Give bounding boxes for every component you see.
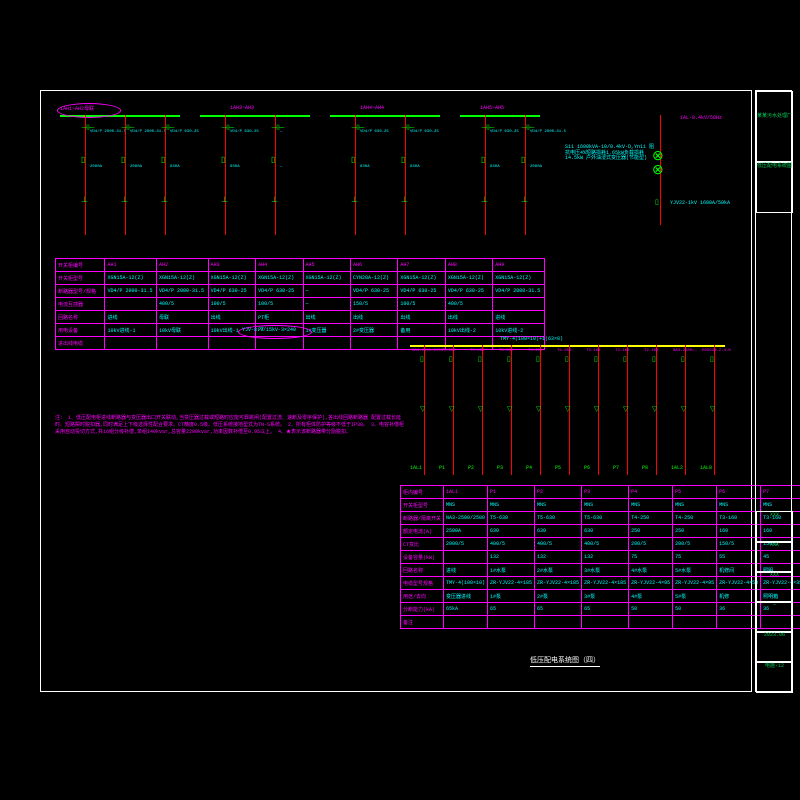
title-block: 某某污水处理厂 低压配电系统图 XXX XXX XXX — 2023.06 电施… [755, 90, 792, 692]
hv-branch-AH1: ⊣⊢▯⊥VD4/P 2000-31.52000A [70, 115, 100, 235]
lv-incomer-cable: YJV22-1kV 1600A/50kA [670, 200, 730, 206]
lv-bus-spec: TMY-4(100×10)+1(63×8) [500, 336, 563, 342]
tb-date: 2023.06 [757, 632, 792, 638]
lv-branch-P3: T5-630▯▽P3 [497, 345, 525, 475]
tb-designer: XXX [757, 512, 792, 518]
drawing-title: 低压配电系统图（四） [530, 655, 600, 667]
lv-branch-P6: T3-160▯▽P6 [584, 345, 612, 475]
tb-sheet: 电施-12 [757, 662, 792, 669]
hv-branch-AH9: ⊣⊢▯⊥VD4/P 2000-31.52000A [510, 115, 540, 235]
bus-label-4: 1AH5~AH5 [480, 105, 504, 111]
lv-branch-P5: T4-250▯▽P5 [555, 345, 583, 475]
tb-project: 某某污水处理厂 [757, 92, 792, 119]
breaker-icon: ▯ [655, 200, 659, 207]
lv-panel-table: 柜内编号1AL1P1P2P3P4P5P6P7P81AL21AL8开关柜型号MNS… [400, 485, 800, 629]
hv-branch-AH4: ⊣⊢▯⊥VD4/P 630-25630A [210, 115, 240, 235]
tb-checker: XXX [757, 542, 792, 548]
hv-branch-AH5: ⊣⊢▯⊥—— [260, 115, 290, 235]
tb-scale: — [757, 602, 792, 608]
tb-approver: XXX [757, 572, 792, 578]
lv-branch-P4: T4-250▯▽P4 [526, 345, 554, 475]
lv-branch-1AL2: NA3-2500/—▯▽1AL2 [671, 345, 699, 475]
lv-branch-P7: T3-160▯▽P7 [613, 345, 641, 475]
hv-branch-AH7: ⊣⊢▯⊥VD4/P 630-25630A [390, 115, 420, 235]
lv-branch-1AL1: NA3-2500/2500▯▽1AL1 [410, 345, 438, 475]
hv-branch-AH3: ⊣⊢▯⊥VD4/P 630-25630A [150, 115, 180, 235]
lv-branch-1AL8: EGS630-Z-4-B▯▽1AL8 [700, 345, 728, 475]
hv-branch-AH6: ⊣⊢▯⊥VD4/P 630-25630A [340, 115, 370, 235]
tb-drawing: 低压配电系统图 [757, 162, 792, 169]
drawing-notes: 注： 1、低压配电柜进线断路器与变压器出口开关联动,当变压器过载或短路时应能可靠… [55, 415, 405, 436]
bus-label-3: 1AH4~AH4 [360, 105, 384, 111]
lv-branch-P1: T5-630▯▽P1 [439, 345, 467, 475]
lv-branch-P8: T2-100▯▽P8 [642, 345, 670, 475]
hv-cable-note: YJV-8.7/15kV-3×240 [242, 327, 296, 333]
drawing-sheet: 1AH1~AH2母联 1AH3~AH3 1AH4~AH4 1AH5~AH5 ⊣⊢… [0, 0, 800, 800]
hv-branch-AH2: ⊣⊢▯⊥VD4/P 2000-31.52000A [110, 115, 140, 235]
transformer-label: S11 1600kVA-10/0.4kV-D,Yn11 阻抗电压4%短路损耗1.… [565, 145, 655, 162]
lv-branch-P2: T5-630▯▽P2 [468, 345, 496, 475]
hv-branch-AH8: ⊣⊢▯⊥VD4/P 630-25630A [470, 115, 500, 235]
bus-label-2: 1AH3~AH3 [230, 105, 254, 111]
lv-bus-label: 1AL-0.4kV/50Hz [680, 115, 722, 121]
